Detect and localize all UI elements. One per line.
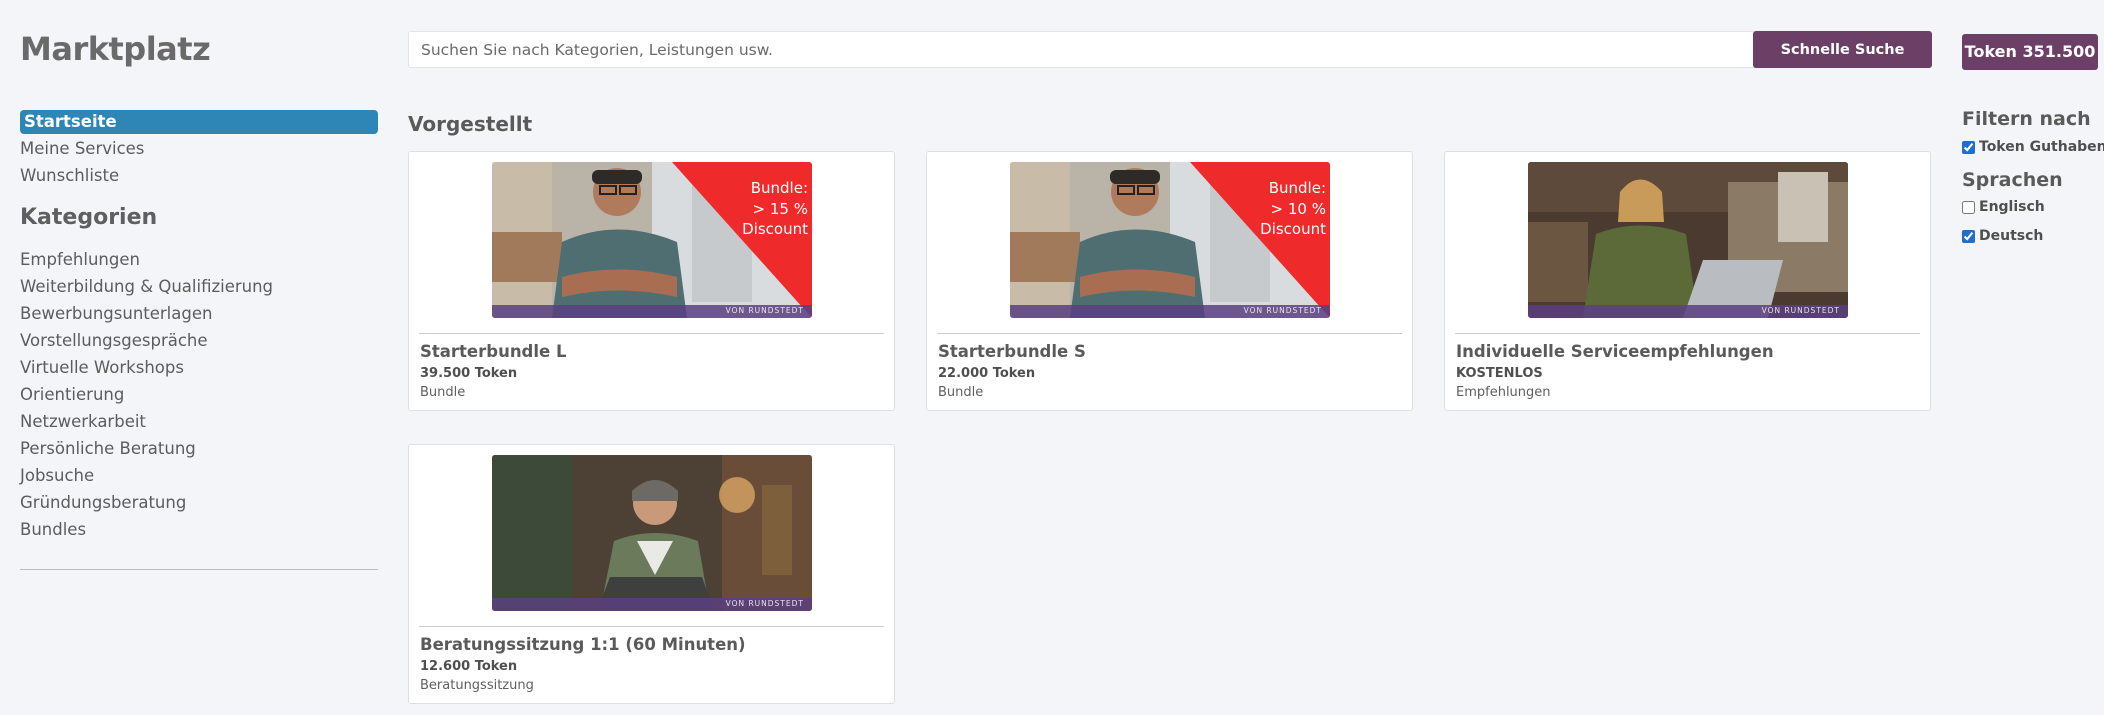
card-type: Bundle <box>420 385 466 400</box>
sidebar-item-meine-services[interactable]: Meine Services <box>20 137 378 164</box>
filter-label: Englisch <box>1979 199 2045 215</box>
card-title: Individuelle Serviceempfehlungen <box>1456 342 1774 361</box>
category-jobsuche[interactable]: Jobsuche <box>20 464 378 491</box>
product-card-beratungssitzung[interactable]: VON RUNDSTEDT Beratungssitzung 1:1 (60 M… <box>408 444 895 704</box>
card-title: Starterbundle S <box>938 342 1086 361</box>
product-image: Bundle: > 10 % Discount VON RUNDSTEDT <box>1010 162 1330 318</box>
discount-overlay: Bundle: > 15 % Discount <box>708 178 808 240</box>
quick-search-button[interactable]: Schnelle Suche <box>1753 31 1932 68</box>
card-title: Beratungssitzung 1:1 (60 Minuten) <box>420 635 746 654</box>
overlay-line: Bundle: <box>1268 179 1326 197</box>
card-divider <box>937 333 1402 334</box>
card-price: 22.000 Token <box>938 366 1036 381</box>
category-bewerbungsunterlagen[interactable]: Bewerbungsunterlagen <box>20 302 378 329</box>
search-input[interactable] <box>408 31 1754 68</box>
overlay-line: > 10 % <box>1270 199 1326 218</box>
card-divider <box>419 333 884 334</box>
brand-logo: VON RUNDSTEDT <box>1243 306 1322 315</box>
overlay-line: Discount <box>1260 220 1326 238</box>
filter-label: Deutsch <box>1979 228 2044 244</box>
card-title: Starterbundle L <box>420 342 567 361</box>
filter-language-deutsch[interactable]: Deutsch <box>1962 228 2104 244</box>
card-type: Beratungssitzung <box>420 678 534 693</box>
overlay-line: Bundle: <box>750 179 808 197</box>
token-guthaben-checkbox[interactable] <box>1962 140 1975 154</box>
woman-laptop-photo <box>1528 162 1848 318</box>
product-card-starterbundle-l[interactable]: Bundle: > 15 % Discount VON RUNDSTEDT St… <box>408 151 895 411</box>
englisch-checkbox[interactable] <box>1962 200 1975 214</box>
category-vorstellungsgespraeche[interactable]: Vorstellungsgespräche <box>20 329 378 356</box>
card-price: KOSTENLOS <box>1456 366 1543 381</box>
category-persoenliche-beratung[interactable]: Persönliche Beratung <box>20 437 378 464</box>
card-price: 39.500 Token <box>420 366 518 381</box>
sidebar-item-wunschliste[interactable]: Wunschliste <box>20 164 378 191</box>
brand-logo: VON RUNDSTEDT <box>725 306 804 315</box>
page-title: Marktplatz <box>20 30 211 68</box>
category-empfehlungen[interactable]: Empfehlungen <box>20 248 378 275</box>
deutsch-checkbox[interactable] <box>1962 229 1975 243</box>
overlay-line: Discount <box>742 220 808 238</box>
product-card-starterbundle-s[interactable]: Bundle: > 10 % Discount VON RUNDSTEDT St… <box>926 151 1413 411</box>
card-divider <box>1455 333 1920 334</box>
card-price: 12.600 Token <box>420 659 518 674</box>
category-orientierung[interactable]: Orientierung <box>20 383 378 410</box>
brand-logo: VON RUNDSTEDT <box>1761 306 1840 315</box>
brand-logo: VON RUNDSTEDT <box>725 599 804 608</box>
category-gruendungsberatung[interactable]: Gründungsberatung <box>20 491 378 518</box>
product-image: VON RUNDSTEDT <box>1528 162 1848 318</box>
categories-heading: Kategorien <box>20 205 158 230</box>
discount-overlay: Bundle: > 10 % Discount <box>1226 178 1326 240</box>
product-card-serviceempfehlungen[interactable]: VON RUNDSTEDT Individuelle Serviceempfeh… <box>1444 151 1931 411</box>
category-bundles[interactable]: Bundles <box>20 518 378 545</box>
product-image: Bundle: > 15 % Discount VON RUNDSTEDT <box>492 162 812 318</box>
card-divider <box>419 626 884 627</box>
token-balance-badge[interactable]: Token 351.500 <box>1962 34 2098 70</box>
category-weiterbildung[interactable]: Weiterbildung & Qualifizierung <box>20 275 378 302</box>
sidebar-nav: Startseite Meine Services Wunschliste <box>20 110 378 191</box>
product-image: VON RUNDSTEDT <box>492 455 812 611</box>
man-laptop-photo <box>492 455 812 611</box>
filter-label: Token Guthaben <box>1979 139 2104 155</box>
category-virtuelle-workshops[interactable]: Virtuelle Workshops <box>20 356 378 383</box>
filter-panel: Filtern nach Token Guthaben Sprachen Eng… <box>1962 108 2104 244</box>
category-netzwerkarbeit[interactable]: Netzwerkarbeit <box>20 410 378 437</box>
filter-token-guthaben[interactable]: Token Guthaben <box>1962 139 2104 155</box>
featured-heading: Vorgestellt <box>408 112 533 136</box>
filter-language-englisch[interactable]: Englisch <box>1962 199 2104 215</box>
card-type: Empfehlungen <box>1456 385 1551 400</box>
category-list: Empfehlungen Weiterbildung & Qualifizier… <box>20 248 378 545</box>
overlay-line: > 15 % <box>752 199 808 218</box>
sidebar-item-startseite[interactable]: Startseite <box>20 110 378 134</box>
sidebar-divider <box>20 569 378 570</box>
languages-heading: Sprachen <box>1962 169 2063 191</box>
card-type: Bundle <box>938 385 984 400</box>
filter-heading: Filtern nach <box>1962 108 2091 130</box>
